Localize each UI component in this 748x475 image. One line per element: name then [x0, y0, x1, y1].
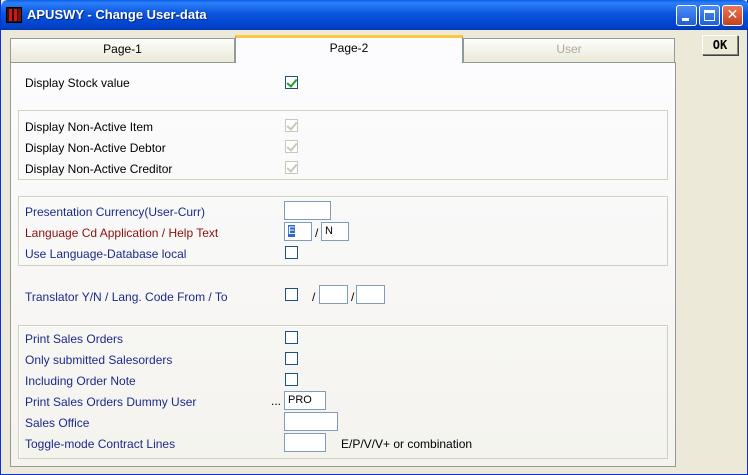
print-sales-orders-checkbox[interactable]: [285, 331, 298, 344]
translator-checkbox[interactable]: [285, 288, 298, 301]
display-stock-value-checkbox[interactable]: [285, 76, 298, 89]
app-window: APUSWY - Change User-data ✕ OK Page-1 Pa…: [0, 0, 748, 475]
tab-user: User: [463, 38, 675, 62]
display-non-active-debtor-label: Display Non-Active Debtor: [25, 141, 166, 155]
sales-office-label: Sales Office: [25, 416, 90, 430]
display-non-active-item-checkbox: [285, 119, 298, 132]
toggle-mode-input[interactable]: [284, 433, 326, 452]
minimize-button[interactable]: [676, 5, 697, 26]
display-non-active-item-label: Display Non-Active Item: [25, 120, 154, 134]
minimize-icon: [682, 18, 689, 21]
display-stock-value-label: Display Stock value: [25, 76, 130, 90]
use-language-db-local-label: Use Language-Database local: [25, 247, 187, 261]
dummy-user-input[interactable]: PRO: [284, 391, 326, 410]
language-cd-label: Language Cd Application / Help Text: [25, 226, 219, 240]
presentation-currency-input[interactable]: [284, 201, 331, 220]
tab-panel-page-2: Display Stock value Display Non-Active I…: [10, 62, 676, 467]
language-help-input[interactable]: N: [321, 222, 349, 241]
only-submitted-label: Only submitted Salesorders: [25, 353, 173, 367]
use-language-db-local-checkbox[interactable]: [285, 246, 298, 259]
lang-code-to-input[interactable]: [356, 285, 385, 304]
window-title: APUSWY - Change User-data: [27, 7, 207, 22]
maximize-button[interactable]: [699, 5, 720, 26]
dummy-user-lookup-dots[interactable]: ...: [271, 394, 281, 408]
translator-separator-1: /: [312, 290, 316, 304]
display-non-active-debtor-checkbox: [285, 140, 298, 153]
language-app-value: E: [288, 225, 296, 237]
translator-separator-2: /: [351, 290, 355, 304]
tab-page-1[interactable]: Page-1: [10, 38, 235, 62]
language-separator: /: [315, 226, 319, 240]
display-non-active-creditor-label: Display Non-Active Creditor: [25, 162, 173, 176]
lang-code-from-input[interactable]: [319, 285, 348, 304]
including-order-note-label: Including Order Note: [25, 374, 136, 388]
presentation-currency-label: Presentation Currency(User-Curr): [25, 205, 206, 219]
translator-label: Translator Y/N / Lang. Code From / To: [25, 290, 228, 304]
maximize-icon: [704, 10, 715, 21]
only-submitted-checkbox[interactable]: [285, 352, 298, 365]
including-order-note-checkbox[interactable]: [285, 373, 298, 386]
title-bar[interactable]: APUSWY - Change User-data ✕: [1, 0, 748, 30]
toggle-mode-label: Toggle-mode Contract Lines: [25, 437, 176, 451]
toggle-mode-hint: E/P/V/V+ or combination: [341, 437, 473, 451]
tab-page-2[interactable]: Page-2: [235, 35, 463, 63]
dummy-user-label: Print Sales Orders Dummy User: [25, 395, 197, 409]
close-button[interactable]: ✕: [722, 5, 743, 26]
display-non-active-creditor-checkbox: [285, 161, 298, 174]
language-app-input[interactable]: E: [284, 222, 312, 241]
sales-office-input[interactable]: [284, 412, 338, 431]
print-sales-orders-label: Print Sales Orders: [25, 332, 124, 346]
close-icon: ✕: [726, 7, 739, 23]
ok-button[interactable]: OK: [702, 35, 738, 55]
app-icon: [6, 7, 22, 23]
